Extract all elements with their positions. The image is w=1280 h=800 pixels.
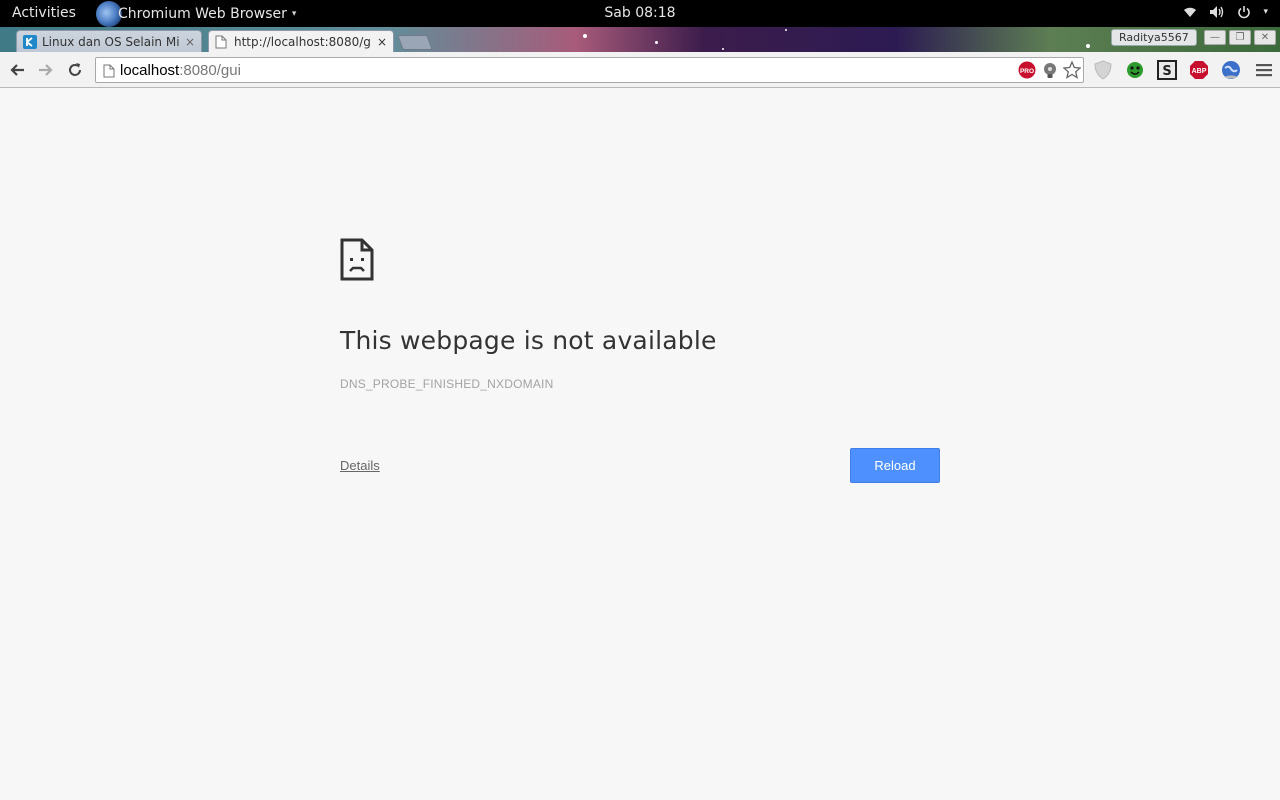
url-text: localhost:8080/gui xyxy=(120,62,241,79)
page-icon xyxy=(103,63,115,82)
app-menu[interactable]: Chromium Web Browser ▾ xyxy=(96,1,297,27)
green-face-extension-icon[interactable] xyxy=(1125,60,1145,80)
reload-icon xyxy=(69,63,81,76)
close-icon[interactable]: × xyxy=(377,35,387,49)
error-code: DNS_PROBE_FINISHED_NXDOMAIN xyxy=(340,377,554,391)
pro-extension-text: PRO xyxy=(1020,68,1034,75)
kaskus-favicon-icon xyxy=(23,34,37,49)
back-button[interactable] xyxy=(6,59,28,81)
wallpaper-sparkle xyxy=(583,34,587,38)
clock[interactable]: Sab 08:18 xyxy=(604,5,675,21)
system-tray: ▾ xyxy=(1183,5,1268,19)
wallpaper-sparkle xyxy=(785,29,787,31)
address-bar[interactable]: localhost:8080/gui PRO xyxy=(95,57,1084,83)
window-close-icon[interactable]: ✕ xyxy=(1254,30,1276,45)
chevron-down-icon: ▾ xyxy=(291,9,297,19)
page-icon xyxy=(215,35,229,49)
sad-page-icon xyxy=(340,238,374,285)
menu-icon[interactable] xyxy=(1254,60,1274,80)
tab-title: Linux dan OS Selain Micro xyxy=(42,34,179,49)
error-title: This webpage is not available xyxy=(340,326,717,355)
browser-toolbar: localhost:8080/gui PRO S ABP xyxy=(0,52,1280,88)
wallpaper-sparkle xyxy=(655,41,658,44)
close-icon[interactable]: × xyxy=(185,35,195,49)
chevron-down-icon[interactable]: ▾ xyxy=(1263,7,1268,17)
app-menu-label: Chromium Web Browser xyxy=(118,6,287,22)
profile-button[interactable]: Raditya5567 xyxy=(1111,29,1197,46)
forward-arrow-icon xyxy=(39,64,53,76)
tab-title: http://localhost:8080/gu xyxy=(234,35,371,49)
activities-button[interactable]: Activities xyxy=(12,5,76,21)
maximize-icon[interactable]: ❐ xyxy=(1229,30,1251,45)
pro-extension-icon[interactable]: PRO xyxy=(1018,61,1036,79)
tab-localhost[interactable]: http://localhost:8080/gu × xyxy=(208,30,394,52)
lightbulb-extension-icon[interactable] xyxy=(1041,61,1059,79)
wallpaper-sparkle xyxy=(722,48,724,50)
power-icon[interactable] xyxy=(1237,5,1251,19)
s-extension-text: S xyxy=(1162,64,1171,79)
volume-icon[interactable] xyxy=(1209,5,1225,19)
window-controls: — ❐ ✕ xyxy=(1204,30,1276,45)
url-host: localhost xyxy=(120,62,180,79)
tab-linux-dan-os[interactable]: Linux dan OS Selain Micro × xyxy=(16,30,202,52)
details-link[interactable]: Details xyxy=(340,458,380,473)
reload-button[interactable] xyxy=(64,59,86,81)
tab-strip: Linux dan OS Selain Micro × http://local… xyxy=(0,27,1280,52)
url-path: :8080/gui xyxy=(179,62,241,79)
wifi-icon[interactable] xyxy=(1183,6,1197,18)
star-bookmark-icon[interactable] xyxy=(1062,60,1082,79)
abp-extension-icon[interactable]: ABP xyxy=(1189,60,1209,80)
back-arrow-icon xyxy=(10,64,24,76)
abp-extension-text: ABP xyxy=(1192,68,1207,75)
globe-extension-icon[interactable] xyxy=(1221,60,1241,80)
wallpaper-sparkle xyxy=(1086,44,1090,48)
forward-button[interactable] xyxy=(35,59,57,81)
shield-extension-icon[interactable] xyxy=(1093,60,1113,80)
reload-button[interactable]: Reload xyxy=(850,448,940,483)
gnome-top-bar: Activities Chromium Web Browser ▾ Sab 08… xyxy=(0,0,1280,27)
s-extension-icon[interactable]: S xyxy=(1157,60,1177,80)
minimize-icon[interactable]: — xyxy=(1204,30,1226,45)
new-tab-button[interactable] xyxy=(397,35,433,50)
